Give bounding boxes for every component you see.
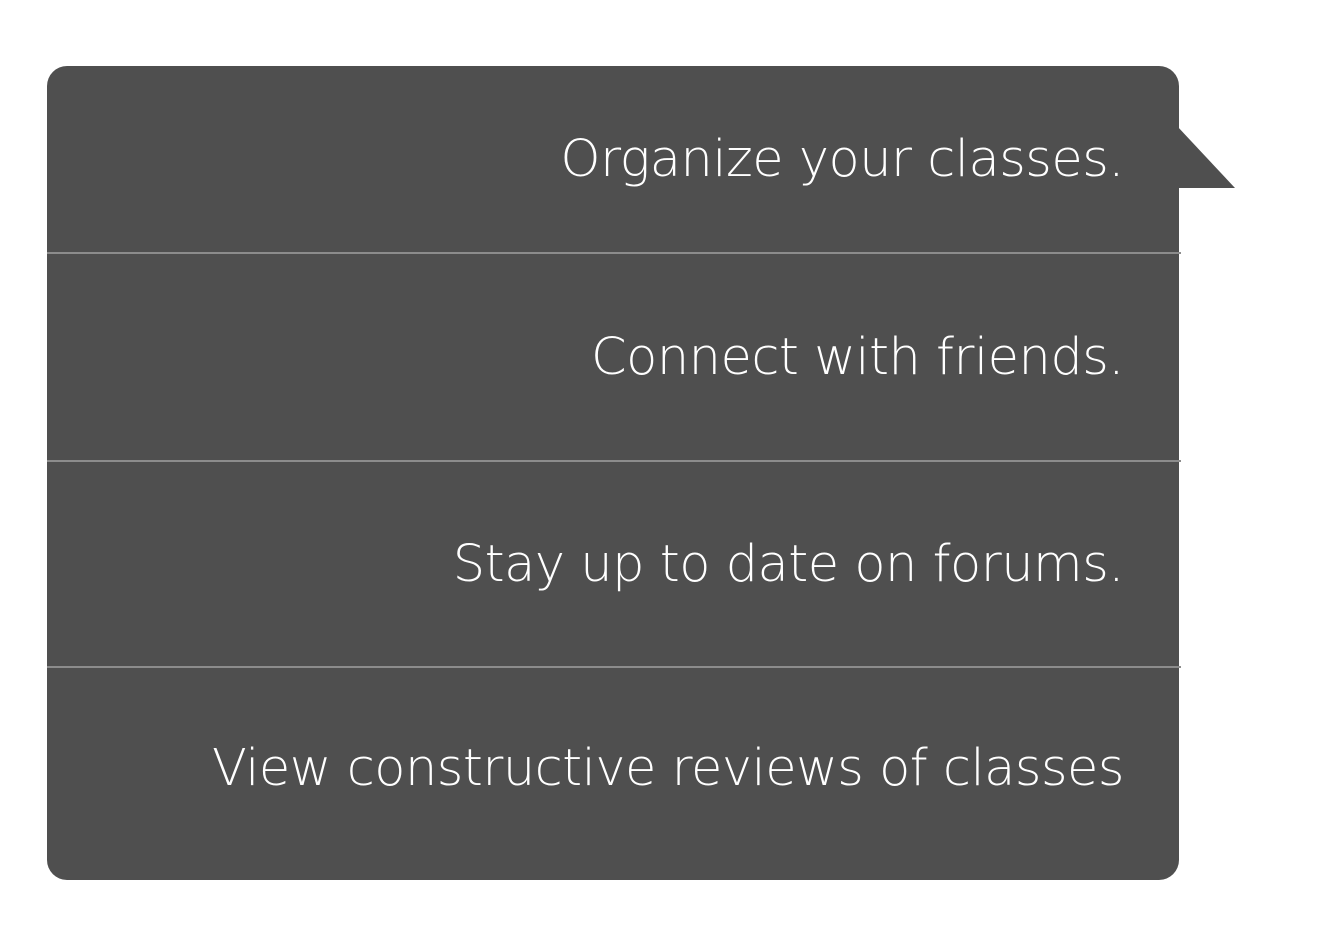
menu-item-label: Stay up to date on forums.	[452, 534, 1125, 594]
menu-item-label: Connect with friends.	[591, 327, 1124, 387]
menu-item-connect-friends[interactable]: Connect with friends.	[47, 254, 1179, 460]
menu-item-organize-classes[interactable]: Organize your classes.	[47, 66, 1179, 252]
menu-item-label: Organize your classes.	[560, 129, 1124, 189]
feature-menu-panel: Organize your classes. Connect with frie…	[47, 66, 1181, 880]
pointer-arrow-icon	[1177, 126, 1235, 188]
menu-item-label: View constructive reviews of classes	[211, 738, 1125, 798]
menu-item-class-reviews[interactable]: View constructive reviews of classes	[47, 668, 1179, 868]
menu-item-forums[interactable]: Stay up to date on forums.	[47, 462, 1179, 666]
